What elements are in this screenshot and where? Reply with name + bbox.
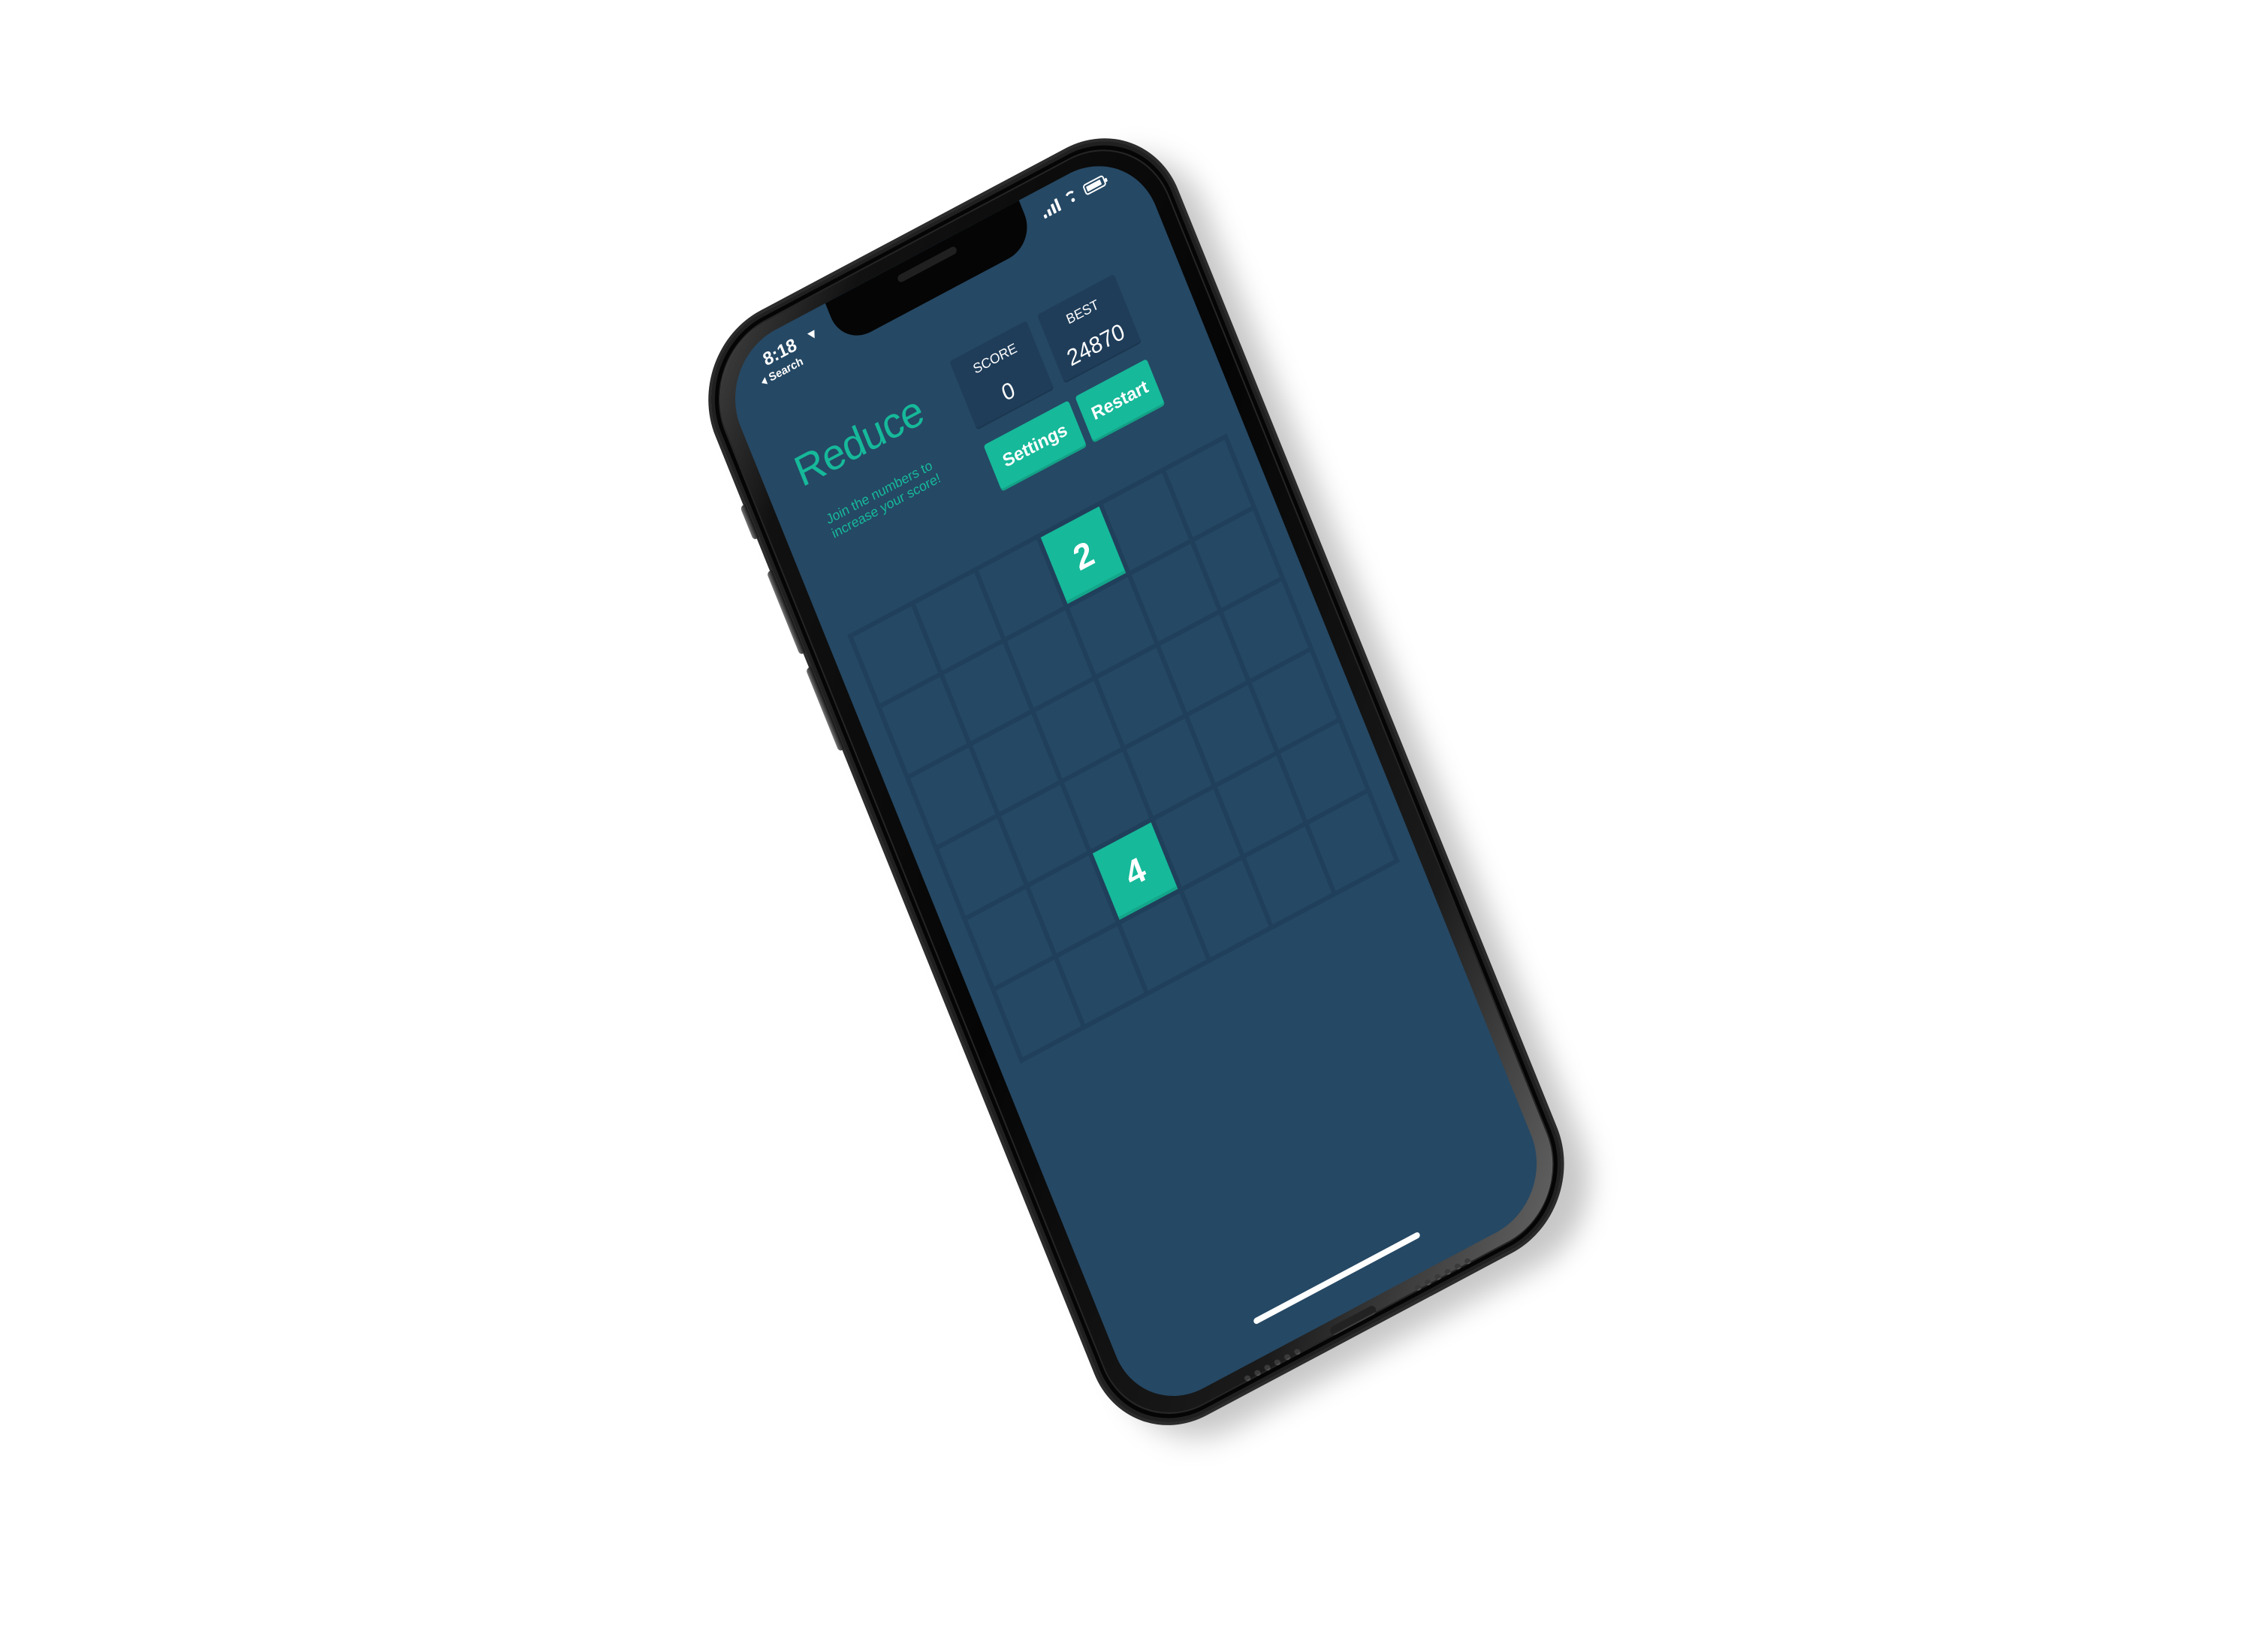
- board-cell[interactable]: [944, 643, 1030, 742]
- game-instructions: Join the numbers to increase your score!: [824, 457, 943, 541]
- board-cell[interactable]: [1246, 826, 1332, 924]
- board-cell[interactable]: [1280, 722, 1366, 821]
- board-cell[interactable]: [1194, 510, 1280, 608]
- board-cell[interactable]: [1058, 926, 1145, 1024]
- board-cell[interactable]: [996, 959, 1081, 1057]
- board-cell[interactable]: [973, 714, 1059, 812]
- score-panel: SCORE 0: [949, 320, 1054, 430]
- status-icons: [1040, 173, 1108, 219]
- board-cell[interactable]: [852, 606, 939, 704]
- earpiece-speaker: [896, 245, 958, 284]
- mockup-stage: 8:18 Search Reduce Join the numbers to i…: [0, 0, 2253, 1652]
- board-cell[interactable]: [1166, 439, 1252, 538]
- board-cell[interactable]: [1001, 785, 1087, 883]
- home-indicator[interactable]: [1253, 1231, 1421, 1325]
- best-score-panel: BEST 24870: [1036, 273, 1142, 384]
- best-score-value: 24870: [1063, 318, 1129, 372]
- board-cell[interactable]: [1063, 752, 1150, 850]
- notch: [825, 200, 1037, 347]
- board-cell[interactable]: [1120, 893, 1207, 991]
- phone-frame: 8:18 Search Reduce Join the numbers to i…: [685, 110, 1588, 1453]
- board-cell[interactable]: [967, 888, 1053, 987]
- board-cell[interactable]: [1132, 544, 1217, 642]
- board-cell[interactable]: [915, 572, 1001, 671]
- volume-up-button: [766, 569, 806, 656]
- location-icon: [807, 327, 819, 339]
- best-score-label: BEST: [1063, 297, 1101, 327]
- back-arrow-icon: [760, 376, 768, 387]
- board-cell[interactable]: [1097, 647, 1184, 746]
- board-cell[interactable]: [1308, 793, 1395, 891]
- board-cell[interactable]: [1251, 652, 1338, 750]
- restart-button[interactable]: Restart: [1075, 358, 1166, 443]
- settings-button[interactable]: Settings: [983, 400, 1087, 492]
- wifi-icon: [1063, 188, 1081, 206]
- board-cell[interactable]: [1035, 680, 1121, 779]
- board-cell[interactable]: [1160, 614, 1246, 713]
- battery-icon: [1081, 173, 1107, 196]
- number-tile[interactable]: 4: [1092, 822, 1178, 921]
- game-title: Reduce: [787, 385, 930, 496]
- volume-down-button: [805, 666, 845, 752]
- board-cell[interactable]: [1069, 577, 1155, 675]
- board-cell[interactable]: [1217, 755, 1303, 854]
- board-cell[interactable]: [939, 818, 1024, 916]
- board-cell[interactable]: [881, 677, 967, 775]
- board-cell[interactable]: [978, 539, 1064, 638]
- board-cell[interactable]: [1189, 685, 1274, 783]
- score-value: 0: [998, 377, 1019, 406]
- signal-icon: [1040, 197, 1062, 219]
- board-cell[interactable]: [1154, 788, 1241, 887]
- board-cell[interactable]: [1103, 472, 1189, 571]
- silent-switch: [740, 504, 759, 541]
- board-cell[interactable]: [1030, 855, 1116, 954]
- board-cell[interactable]: [909, 747, 996, 846]
- board-cell[interactable]: [1126, 718, 1212, 816]
- score-label: SCORE: [970, 340, 1019, 377]
- board-cell[interactable]: [1223, 580, 1309, 680]
- board-cell[interactable]: [1006, 610, 1093, 708]
- number-tile[interactable]: 2: [1040, 506, 1126, 604]
- board-cell[interactable]: [1183, 860, 1269, 958]
- iphone-mockup: 8:18 Search Reduce Join the numbers to i…: [685, 96, 1628, 1488]
